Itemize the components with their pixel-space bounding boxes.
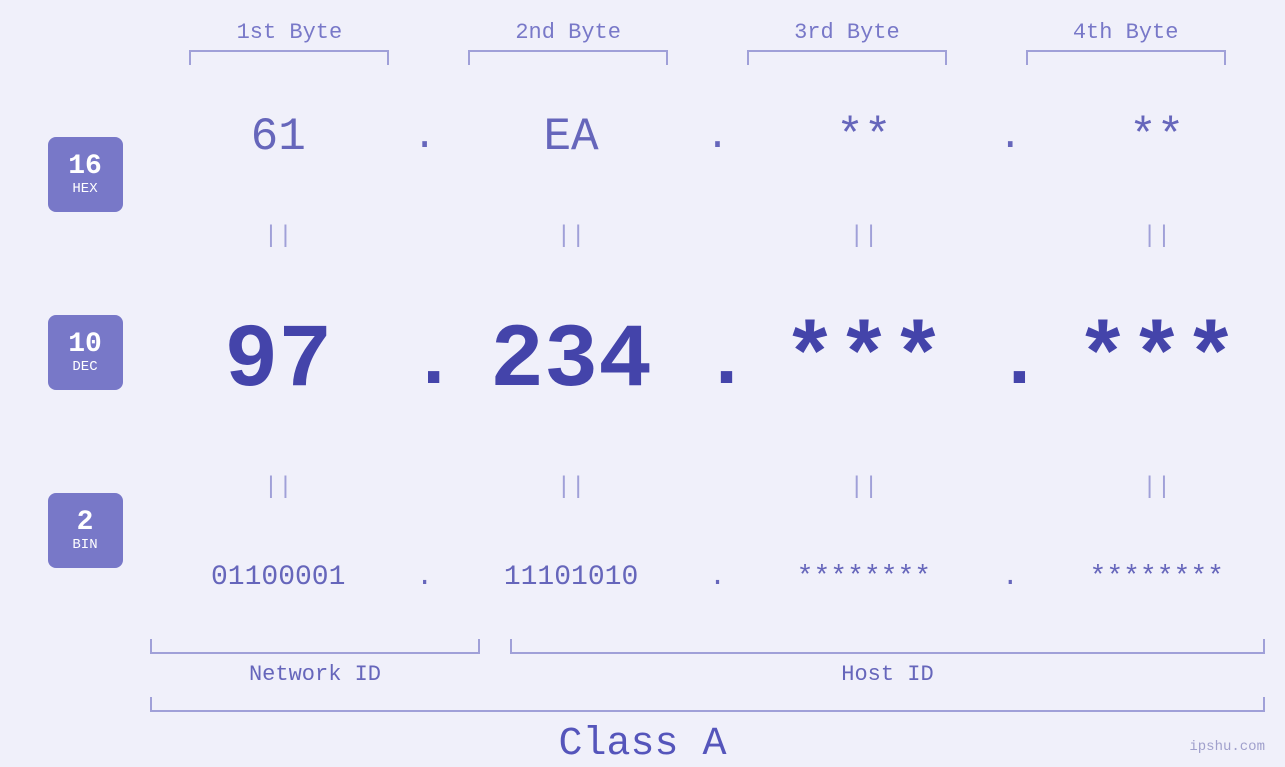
- hex-b1: 61: [153, 111, 403, 163]
- eq1-b3: ||: [739, 225, 989, 249]
- watermark: ipshu.com: [1189, 739, 1265, 755]
- eq2-b2: ||: [446, 476, 696, 500]
- dec-badge-label: DEC: [72, 360, 97, 374]
- byte2-label: 2nd Byte: [443, 20, 693, 45]
- byte-headers: 1st Byte 2nd Byte 3rd Byte 4th Byte: [0, 0, 1285, 45]
- hex-b2: EA: [446, 111, 696, 163]
- hex-row: 61 . EA . ** . **: [150, 111, 1285, 163]
- bracket-b2: [468, 50, 668, 65]
- dec-badge: 10 DEC: [48, 315, 123, 390]
- hex-dot3: .: [995, 115, 1025, 160]
- dec-dot3: .: [995, 317, 1025, 408]
- network-id-label: Network ID: [150, 662, 480, 687]
- eq1-b2: ||: [446, 225, 696, 249]
- dec-b2: 234: [446, 311, 696, 413]
- bracket-b4: [1026, 50, 1226, 65]
- bin-b2: 11101010: [446, 562, 696, 593]
- eq2-b3: ||: [739, 476, 989, 500]
- dec-row: 97 . 234 . *** . ***: [150, 311, 1285, 413]
- dec-b3: ***: [739, 311, 989, 413]
- hex-badge: 16 HEX: [48, 137, 123, 212]
- dec-b1: 97: [153, 311, 403, 413]
- hex-dot2: .: [702, 115, 732, 160]
- hex-badge-num: 16: [68, 152, 102, 183]
- equals-row-2: || || || ||: [150, 476, 1285, 500]
- dec-badge-num: 10: [68, 330, 102, 361]
- byte4-label: 4th Byte: [1001, 20, 1251, 45]
- hex-dot1: .: [410, 115, 440, 160]
- byte1-label: 1st Byte: [164, 20, 414, 45]
- eq1-b1: ||: [153, 225, 403, 249]
- bottom-brackets-row: [150, 639, 1265, 654]
- eq2-b4: ||: [1032, 476, 1282, 500]
- dec-b4: ***: [1032, 311, 1282, 413]
- host-bottom-bracket: [510, 639, 1265, 654]
- hex-b3: **: [739, 111, 989, 163]
- bin-badge-num: 2: [77, 508, 94, 539]
- main-container: 1st Byte 2nd Byte 3rd Byte 4th Byte 16 H…: [0, 0, 1285, 767]
- bin-dot2: .: [702, 562, 732, 593]
- id-labels-row: Network ID Host ID: [150, 662, 1265, 687]
- network-bottom-bracket: [150, 639, 480, 654]
- top-brackets: [0, 50, 1285, 65]
- byte3-label: 3rd Byte: [722, 20, 972, 45]
- hex-badge-label: HEX: [72, 182, 97, 196]
- bracket-b3: [747, 50, 947, 65]
- eq1-b4: ||: [1032, 225, 1282, 249]
- bin-b1: 01100001: [153, 562, 403, 593]
- dec-dot1: .: [410, 317, 440, 408]
- bin-badge: 2 BIN: [48, 493, 123, 568]
- bin-b4: ********: [1032, 562, 1282, 593]
- bin-row: 01100001 . 11101010 . ******** . *******…: [150, 562, 1285, 593]
- class-bracket: [150, 697, 1265, 712]
- hex-b4: **: [1032, 111, 1282, 163]
- bracket-b1: [189, 50, 389, 65]
- host-id-label: Host ID: [510, 662, 1265, 687]
- bin-badge-label: BIN: [72, 538, 97, 552]
- main-content: 16 HEX 10 DEC 2 BIN 61 . EA: [0, 65, 1285, 639]
- class-label: Class A: [0, 722, 1285, 767]
- badges-column: 16 HEX 10 DEC 2 BIN: [20, 65, 150, 639]
- bin-b3: ********: [739, 562, 989, 593]
- bin-dot3: .: [995, 562, 1025, 593]
- bin-dot1: .: [410, 562, 440, 593]
- dec-dot2: .: [702, 317, 732, 408]
- eq2-b1: ||: [153, 476, 403, 500]
- equals-row-1: || || || ||: [150, 225, 1285, 249]
- values-grid: 61 . EA . ** . ** || ||: [150, 65, 1285, 639]
